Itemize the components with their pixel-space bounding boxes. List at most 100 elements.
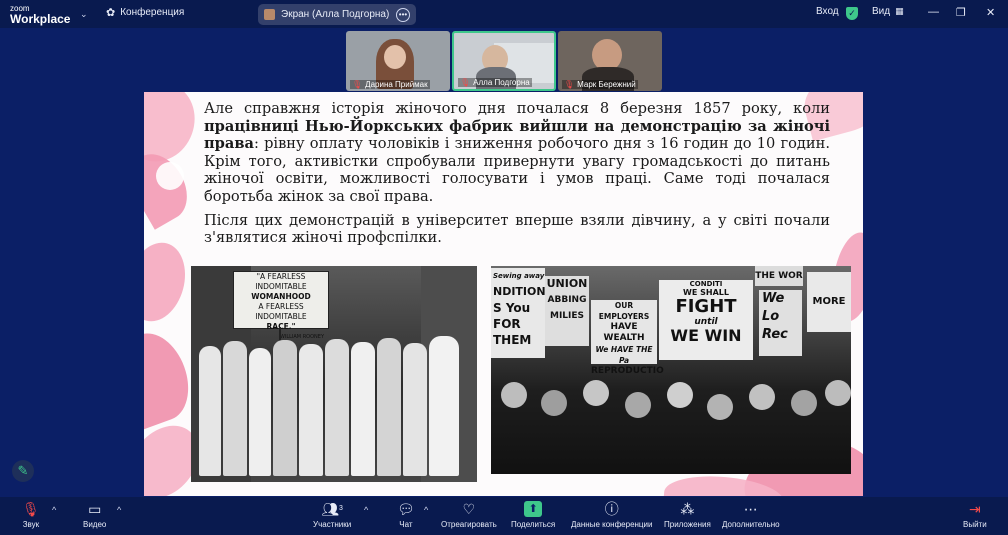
paw-icon: ✿: [106, 7, 116, 19]
sign-text: MORE: [812, 296, 846, 307]
sign-text: CONDITI: [689, 280, 723, 288]
participant-strip: 🎙︎ Дарина Приймак 🎙︎ Алла Подгорна 🎙︎ Ма…: [346, 31, 662, 91]
slide-paragraph-2: Після цих демонстрацій в університет впе…: [204, 211, 830, 247]
close-icon[interactable]: ✕: [986, 6, 995, 19]
protest-photo: Sewing away NDITIONS S You FOR THEM UNIO…: [491, 266, 851, 474]
maximize-icon[interactable]: ❐: [956, 6, 966, 19]
mic-muted-icon: 🎙︎: [22, 501, 40, 517]
p1-end: : рівну оплату чоловіків і зниження робо…: [204, 135, 830, 205]
chevron-down-icon[interactable]: ⌄: [80, 9, 88, 20]
avatar-icon: [264, 9, 275, 20]
grid-icon: ▦: [895, 6, 904, 16]
participants-chevron-icon[interactable]: ^: [364, 505, 368, 515]
video-button[interactable]: ▭ Видео: [83, 501, 106, 529]
audio-label: Звук: [22, 520, 40, 529]
react-button[interactable]: ♡ Отреагировать: [441, 501, 497, 529]
video-camera-icon: ▭: [88, 501, 102, 517]
more-label: Дополнительно: [722, 520, 780, 529]
chat-label: Чат: [399, 520, 413, 529]
leave-button[interactable]: ⇥ Выйти: [963, 501, 987, 529]
crowd-heads: [491, 376, 851, 474]
participant-name: 🎙︎ Алла Подгорна: [458, 78, 532, 87]
shared-screen-slide: Але справжня історія жіночого дня почала…: [144, 92, 863, 496]
participant-name: 🎙︎ Дарина Приймак: [350, 80, 430, 89]
mic-muted-icon: 🎙︎: [352, 80, 363, 89]
sign-text: FIGHT: [675, 296, 737, 317]
view-label: Вид: [872, 6, 891, 17]
share-screen-icon: ⬆: [524, 501, 543, 517]
sign-text: OUR EMPLOYERS: [598, 301, 650, 321]
share-button[interactable]: ⬆ Поделиться: [511, 501, 555, 529]
participants-button[interactable]: 👥︎ 3 Участники: [313, 501, 351, 529]
sign: Sewing away NDITIONS S You FOR THEM: [491, 268, 554, 358]
sign: OUR EMPLOYERS HAVE WEALTH We HAVE THE Pa…: [591, 300, 664, 376]
sign-text: Rec: [762, 327, 788, 342]
audio-button[interactable]: 🎙︎ Звук: [22, 501, 40, 529]
meeting-info-button[interactable]: ⓘ Данные конференции: [571, 501, 652, 529]
sign-text: HAVE WEALTH: [603, 322, 645, 343]
video-label: Видео: [83, 520, 107, 529]
signin-label: Вход: [816, 6, 839, 17]
signin-button[interactable]: Вход: [816, 6, 839, 17]
pencil-icon: ✎: [17, 463, 29, 478]
view-button[interactable]: Вид ▦: [872, 6, 904, 17]
slide-text: Але справжня історія жіночого дня почала…: [204, 100, 830, 253]
logo-line2: Workplace: [10, 12, 71, 26]
sign-text: WE WIN: [670, 326, 742, 345]
chat-chevron-icon[interactable]: ^: [424, 505, 428, 515]
sign-text: THE WOR: [755, 271, 803, 281]
chat-icon: 💬︎: [397, 501, 415, 517]
share-label: Поделиться: [511, 520, 556, 529]
banner-line: WOMANHOOD: [251, 292, 311, 301]
banner-line: RACE.": [266, 322, 296, 331]
sign: We Lo Rec: [759, 290, 802, 356]
participant-tile[interactable]: 🎙︎ Марк Бережний: [558, 31, 662, 91]
leave-label: Выйти: [963, 520, 987, 529]
banner-sign: "A FEARLESS INDOMITABLE WOMANHOOD A FEAR…: [233, 271, 329, 340]
participants-count: 3: [339, 505, 343, 512]
participant-name: 🎙︎ Марк Бережний: [562, 80, 638, 89]
sign-text: Lo: [762, 309, 780, 324]
react-label: Отреагировать: [441, 520, 497, 529]
more-button[interactable]: ⋯ Дополнительно: [722, 501, 780, 529]
participants-icon: 👥︎ 3: [321, 501, 343, 517]
slide-paragraph-1: Але справжня історія жіночого дня почала…: [204, 100, 830, 206]
share-label: Экран (Алла Подгорна): [281, 9, 390, 20]
meeting-menu[interactable]: ✿ Конференция: [106, 6, 184, 19]
meeting-label: Конференция: [120, 7, 185, 18]
sign: THE WOR: [755, 266, 803, 286]
audio-chevron-icon[interactable]: ^: [52, 505, 56, 515]
crowd-figures: [191, 336, 477, 482]
info-icon: ⓘ: [604, 501, 619, 517]
sign-text: FOR THEM: [493, 317, 532, 347]
leave-icon: ⇥: [968, 501, 981, 517]
minimize-icon[interactable]: —: [928, 6, 939, 18]
shield-check-icon[interactable]: ✓: [846, 7, 858, 20]
sign-text: Sewing away: [493, 272, 545, 280]
mic-muted-icon: 🎙︎: [564, 80, 575, 89]
meeting-toolbar: 🎙︎ Звук ^ ▭ Видео ^ 👥︎ 3 Участники ^ 💬︎ Ч…: [0, 497, 1008, 535]
annotate-pen-button[interactable]: ✎: [12, 460, 34, 482]
participant-tile[interactable]: 🎙︎ Дарина Приймак: [346, 31, 450, 91]
chat-button[interactable]: 💬︎ Чат: [397, 501, 415, 529]
more-options-icon[interactable]: •••: [396, 7, 410, 22]
petal-decoration: [156, 162, 184, 190]
suffragettes-photo: "A FEARLESS INDOMITABLE WOMANHOOD A FEAR…: [191, 266, 477, 482]
video-chevron-icon[interactable]: ^: [117, 505, 121, 515]
zoom-logo[interactable]: zoom Workplace: [10, 4, 71, 26]
apps-button[interactable]: ⁂ Приложения: [664, 501, 711, 529]
banner-line: A FEARLESS INDOMITABLE: [255, 302, 307, 321]
sign-text: UNION: [546, 277, 588, 290]
heart-icon: ♡: [462, 501, 476, 517]
p1-start: Але справжня історія жіночого дня почала…: [204, 100, 830, 117]
mic-muted-icon: 🎙︎: [460, 78, 471, 87]
sign: CONDITI WE SHALL FIGHT until WE WIN: [659, 280, 753, 360]
top-bar: zoom Workplace ⌄ ✿ Конференция Экран (Ал…: [0, 0, 1008, 28]
apps-label: Приложения: [664, 520, 711, 529]
info-label: Данные конференции: [571, 520, 653, 529]
screen-share-indicator[interactable]: Экран (Алла Подгорна) •••: [258, 4, 416, 25]
sign-text: ABBING: [547, 295, 587, 305]
more-dots-icon: ⋯: [743, 501, 758, 517]
sign-text: We HAVE THE Pa: [595, 345, 653, 365]
participant-tile-active[interactable]: 🎙︎ Алла Подгорна: [452, 31, 556, 91]
